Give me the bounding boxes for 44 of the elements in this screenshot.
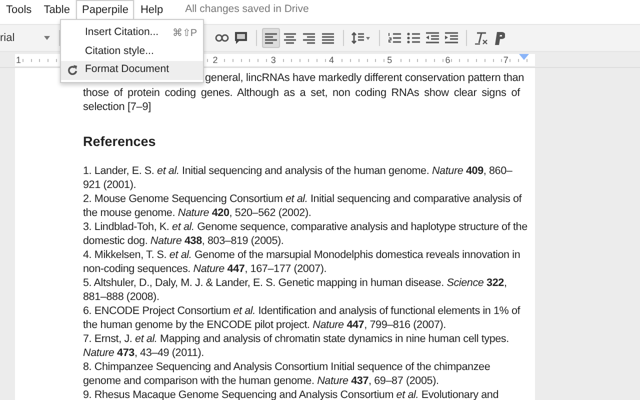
references-heading: References: [83, 132, 157, 150]
ruler-number: 7: [502, 54, 510, 64]
ruler-number: 1: [15, 54, 22, 64]
indent-decrease-icon: [426, 32, 438, 44]
reference-entry: 7. Ernst, J. et al. Mapping and analysis of chromatin state dynamics in nine human cell types. Nature 473, 43–49 (2011).: [83, 332, 510, 360]
link-icon: [215, 34, 229, 42]
reference-entry: 8. Chimpanzee Sequencing and Analysis Consortium Initial sequence of the chimpanzee genome and comparison with the human genome. Nature 437, 69–87 (2005).: [83, 360, 492, 388]
menu-item[interactable]: Table: [38, 0, 76, 20]
menu-item[interactable]: Paperpile: [76, 0, 134, 20]
comment-icon: [235, 32, 247, 44]
ruler-number: 2: [212, 54, 219, 64]
align-right-icon: [303, 32, 315, 44]
ruler-number: 6: [444, 54, 452, 64]
font-dropdown[interactable]: rial: [0, 28, 54, 48]
align-center-icon: [284, 32, 296, 44]
save-status: All changes saved in Drive: [185, 2, 309, 17]
reference-entry: 5. Altshuler, D., Daly, M. J. & Lander, E. S. Genetic mapping in human disease. Science 322, 881–888 (2008).: [83, 276, 508, 304]
menu-item[interactable]: Tools: [0, 0, 38, 20]
shortcut-text: ⌘⇧P: [172, 26, 197, 41]
caret-icon: [44, 36, 50, 40]
reference-entry: 9. Rhesus Macaque Genome Sequencing and Analysis Consortium et al. Evolutionary and: [83, 388, 500, 400]
ruler-number: 5: [386, 54, 394, 64]
clear-formatting-icon: [474, 32, 488, 44]
ruler-number: 3: [270, 54, 277, 64]
paperpile-icon: [495, 32, 505, 44]
reference-entry: 4. Mikkelsen, T. S. et al. Genome of the marsupial Monodelphis domestica reveals innovation in non-coding sequences. Nature 447, 167–177 (2007).: [83, 248, 522, 276]
align-left-icon: [265, 32, 277, 44]
menu-option[interactable]: Format Document: [61, 61, 203, 80]
line-spacing-icon: [351, 32, 371, 44]
bulleted-list-icon: [406, 32, 420, 44]
reference-entry: 6. ENCODE Project Consortium et al. Identification and analysis of functional elements in 1% of the human genome by the ENCODE pilot project. Nature 447, 799–816 (2007).: [83, 304, 522, 332]
paragraph-text: those of protein coding genes. Although as a set, non coding RNAs show clear signs of selection [7–9]: [83, 86, 520, 114]
menu-option[interactable]: Insert Citation... ⌘⇧P: [61, 24, 203, 42]
menu-item[interactable]: Help: [134, 0, 170, 20]
reference-entry: 3. Lindblad-Toh, K. et al. Genome sequence, comparative analysis and haplotype structure of the domestic dog. Nature 438, 803–819 (2005).: [83, 220, 528, 248]
align-justify-icon: [322, 32, 334, 44]
refresh-icon: [67, 64, 78, 76]
ruler-number: 4: [328, 54, 336, 64]
numbered-list-icon: [388, 32, 400, 44]
reference-entry: 1. Lander, E. S. et al. Initial sequencing and analysis of the human genome. Nature 409, 860–921 (2001).: [83, 164, 514, 192]
menu-option[interactable]: Citation style...: [61, 42, 203, 61]
align-left-button[interactable]: [262, 28, 280, 48]
indent-increase-icon: [444, 32, 458, 44]
reference-entry: 2. Mouse Genome Sequencing Consortium et al. Initial sequencing and comparative analysis of the mouse genome. Nature 420, 520–562 (2002).: [83, 192, 523, 220]
